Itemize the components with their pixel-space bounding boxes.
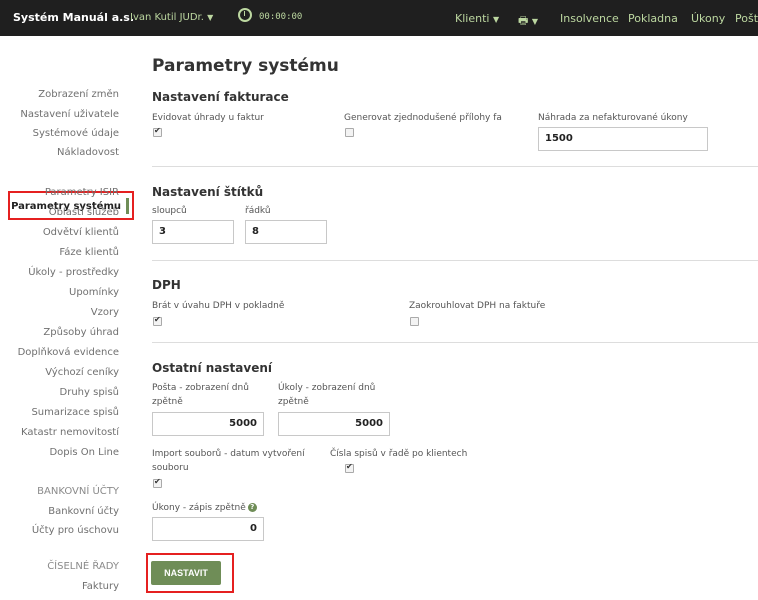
sidebar-heading-ciselne-rady: Číselné řady <box>47 561 119 572</box>
sidebar-item-doplnkova-evidence[interactable]: Doplňková evidence <box>18 347 119 358</box>
sidebar-item-zpusoby-uhrad[interactable]: Způsoby úhrad <box>43 327 119 338</box>
cisla-spisu-checkbox[interactable] <box>345 462 354 473</box>
section-title-stitky: Nastavení štítků <box>152 185 264 199</box>
nahrada-input[interactable]: 1500 <box>538 127 708 151</box>
printer-icon: 🖶 <box>518 14 529 27</box>
evidovat-label: Evidovat úhrady u faktur <box>152 113 264 123</box>
ukoly-label-line2: zpětně <box>278 397 309 407</box>
generovat-checkbox[interactable] <box>345 128 354 137</box>
evidovat-checkbox[interactable] <box>153 126 162 137</box>
brat-dph-checkbox[interactable] <box>153 315 162 326</box>
user-menu[interactable]: Ivan Kutil JUDr. ▼ <box>130 12 213 23</box>
page-title: Parametry systému <box>152 56 339 76</box>
divider <box>152 260 758 261</box>
chevron-down-icon: ▼ <box>207 13 214 22</box>
help-icon[interactable]: ? <box>247 503 257 512</box>
ukony-zapis-input[interactable]: 0 <box>152 517 264 541</box>
chevron-down-icon: ▼ <box>492 15 500 24</box>
sidebar-item-bankovni-ucty[interactable]: Bankovní účty <box>48 506 119 517</box>
submit-highlight: NASTAVIT <box>146 553 234 593</box>
zaokrouhlovat-label: Zaokrouhlovat DPH na faktuře <box>409 301 546 311</box>
sidebar-item-ukoly-prostredky[interactable]: Úkoly - prostředky <box>28 267 119 278</box>
posta-days-input[interactable]: 5000 <box>152 412 264 436</box>
generovat-label: Generovat zjednodušené přílohy fa <box>344 113 502 123</box>
sidebar-item-upominky[interactable]: Upomínky <box>69 287 119 298</box>
sidebar-item-vzory[interactable]: Vzory <box>91 307 119 318</box>
import-checkbox[interactable] <box>153 477 162 488</box>
section-title-ostatni: Ostatní nastavení <box>152 361 272 375</box>
sidebar: Zobrazení změn Nastavení uživatele Systé… <box>0 36 134 600</box>
sidebar-item-dopis-on-line[interactable]: Dopis On Line <box>49 447 119 458</box>
section-title-fakturace: Nastavení fakturace <box>152 90 289 104</box>
zaokrouhlovat-checkbox[interactable] <box>410 317 419 326</box>
chevron-down-icon: ▼ <box>531 17 539 26</box>
nav-posta[interactable]: Pošt <box>735 12 758 25</box>
brat-dph-label: Brát v úvahu DPH v pokladně <box>152 301 285 311</box>
sidebar-item-faze-klientu[interactable]: Fáze klientů <box>59 247 119 258</box>
sloupcu-label: sloupců <box>152 206 187 216</box>
sidebar-item-sumarizace-spisu[interactable]: Sumarizace spisů <box>31 407 119 418</box>
sidebar-item-ucty-pro-uschovu[interactable]: Účty pro úschovu <box>32 525 119 536</box>
import-label-line2: souboru <box>152 463 189 473</box>
nav-insolvence[interactable]: Insolvence <box>560 12 619 25</box>
radku-label: řádků <box>245 206 271 216</box>
divider <box>152 342 758 343</box>
brand-name[interactable]: Systém Manuál a.s. <box>13 11 134 24</box>
stopwatch-icon[interactable] <box>238 8 252 22</box>
sidebar-item-nastaveni-uzivatele[interactable]: Nastavení uživatele <box>20 109 119 120</box>
sidebar-item-druhy-spisu[interactable]: Druhy spisů <box>60 387 119 398</box>
sidebar-item-systemove-udaje[interactable]: Systémové údaje <box>33 128 119 139</box>
main-content: Parametry systému Nastavení fakturace Ev… <box>146 36 758 600</box>
sidebar-item-vychozi-ceniky[interactable]: Výchozí ceníky <box>45 367 119 378</box>
ukoly-days-input[interactable]: 5000 <box>278 412 390 436</box>
nav-klienti[interactable]: Klienti ▼ <box>455 12 499 25</box>
nastavit-button[interactable]: NASTAVIT <box>151 561 221 585</box>
divider <box>152 166 758 167</box>
nav-ukony[interactable]: Úkony <box>691 12 725 25</box>
user-name: Ivan Kutil JUDr. <box>130 12 204 23</box>
radku-input[interactable]: 8 <box>245 220 327 244</box>
section-title-dph: DPH <box>152 278 181 292</box>
ukony-zapis-label: Úkony - zápis zpětně? <box>152 500 257 516</box>
nav-klienti-label: Klienti <box>455 12 490 25</box>
sidebar-item-katastr-nemovitosti[interactable]: Katastr nemovitostí <box>21 427 119 438</box>
cisla-spisu-label: Čísla spisů v řadě po klientech <box>330 449 468 459</box>
sidebar-item-nakladovost[interactable]: Nákladovost <box>57 147 119 158</box>
sidebar-heading-bankovni-ucty: Bankovní účty <box>37 486 119 497</box>
sidebar-item-parametry-isir[interactable]: Parametry ISIR <box>45 187 119 198</box>
sidebar-item-zobrazeni-zmen[interactable]: Zobrazení změn <box>38 89 119 100</box>
posta-label-line2: zpětně <box>152 397 183 407</box>
nahrada-label: Náhrada za nefakturované úkony <box>538 113 688 123</box>
top-bar: Systém Manuál a.s. Ivan Kutil JUDr. ▼ 00… <box>0 0 758 36</box>
nav-printer[interactable]: 🖶 ▼ <box>518 12 538 31</box>
sidebar-item-odvetvi-klientu[interactable]: Odvětví klientů <box>43 227 119 238</box>
active-indicator <box>126 198 129 214</box>
ukony-zapis-label-text: Úkony - zápis zpětně <box>152 503 246 513</box>
nav-pokladna[interactable]: Pokladna <box>628 12 678 25</box>
sidebar-item-oblasti-sluzeb[interactable]: Oblasti služeb <box>49 207 119 218</box>
sloupcu-input[interactable]: 3 <box>152 220 234 244</box>
sidebar-item-faktury[interactable]: Faktury <box>82 581 119 592</box>
timer-display: 00:00:00 <box>259 12 303 22</box>
